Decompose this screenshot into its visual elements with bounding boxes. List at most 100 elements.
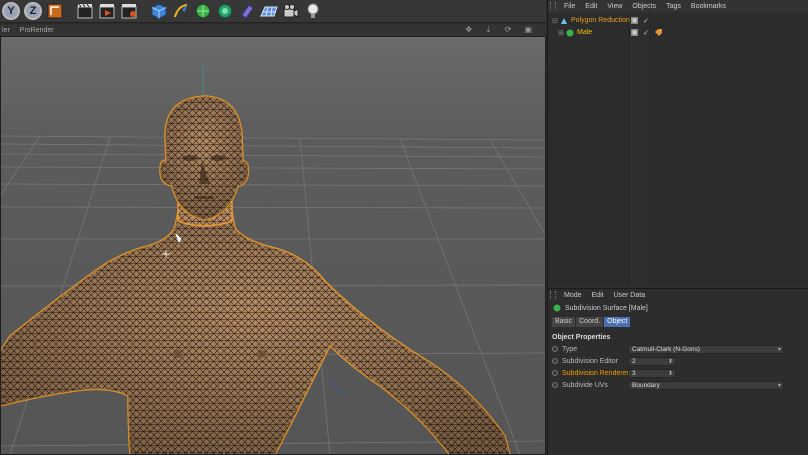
property-label: Subdivision Renderer bbox=[562, 369, 629, 377]
cloner-button[interactable] bbox=[215, 1, 235, 21]
subdivision-editor-stepper[interactable]: 2 ⬍ bbox=[628, 356, 676, 366]
render-view-icon bbox=[77, 3, 93, 19]
viewport-menubar: ler ProRender ✥ ⇣ ⟳ ▣ bbox=[0, 24, 546, 36]
enabled-check-icon[interactable]: ✓ bbox=[643, 29, 649, 37]
visibility-toggle-icon[interactable] bbox=[631, 17, 638, 24]
tab-basic[interactable]: Basic bbox=[552, 317, 576, 327]
menu-file[interactable]: File bbox=[564, 3, 575, 10]
subdivision-surface-object-icon bbox=[553, 304, 561, 312]
render-picture-viewer-button[interactable] bbox=[97, 1, 117, 21]
move-view-icon[interactable]: ✥ bbox=[465, 25, 472, 34]
attribute-manager-menubar: Mode Edit User Data bbox=[548, 289, 808, 301]
type-dropdown[interactable]: Catmull-Clark (N-Gons) ▾ bbox=[628, 344, 784, 354]
tab-object[interactable]: Object bbox=[604, 317, 631, 327]
light-button[interactable] bbox=[303, 1, 323, 21]
zoom-view-icon[interactable]: ⇣ bbox=[485, 25, 492, 34]
cube-button[interactable] bbox=[149, 1, 169, 21]
animate-dot-icon[interactable] bbox=[552, 346, 558, 352]
menu-edit[interactable]: Edit bbox=[585, 3, 597, 10]
menu-tags[interactable]: Tags bbox=[666, 3, 681, 10]
property-subdivision-renderer: Subdivision Renderer 3 ⬍ bbox=[548, 367, 808, 379]
object-name[interactable]: Polygon Reduction bbox=[571, 17, 630, 24]
y-axis-button[interactable]: Y bbox=[1, 1, 21, 21]
main-toolbar: Y Z bbox=[0, 0, 546, 23]
attribute-title: Subdivision Surface [Male] bbox=[548, 301, 808, 315]
subdivision-editor-value: 2 bbox=[632, 357, 636, 365]
object-row-male[interactable]: ⊞ Male ✓ bbox=[548, 27, 808, 38]
deformer-icon bbox=[241, 4, 254, 19]
z-axis-button[interactable]: Z bbox=[23, 1, 43, 21]
menu-objects[interactable]: Objects bbox=[632, 3, 656, 10]
coordinate-system-button[interactable] bbox=[45, 1, 65, 21]
subdivision-renderer-stepper[interactable]: 3 ⬍ bbox=[628, 368, 676, 378]
subdivision-surface-button[interactable] bbox=[193, 1, 213, 21]
dropdown-arrow-icon: ▾ bbox=[777, 382, 781, 389]
property-type: Type Catmull-Clark (N-Gons) ▾ bbox=[548, 343, 808, 355]
attribute-object-name: Subdivision Surface [Male] bbox=[565, 304, 648, 312]
object-manager-menubar: File Edit View Objects Tags Bookmarks bbox=[548, 0, 808, 12]
coordinate-system-icon bbox=[47, 3, 63, 19]
menu-user-data[interactable]: User Data bbox=[614, 292, 646, 299]
pen-spline-button[interactable] bbox=[171, 1, 191, 21]
property-label: Subdivision Editor bbox=[562, 357, 619, 365]
cinema4d-window: Y Z ler ProRender ✥ ⇣ ⟳ ▣ File Edit View… bbox=[0, 0, 808, 455]
enabled-check-icon[interactable]: ✓ bbox=[643, 17, 649, 25]
viewport-scene bbox=[0, 36, 546, 455]
cloner-icon bbox=[218, 4, 232, 18]
render-view-button[interactable] bbox=[75, 1, 95, 21]
toggle-view-icon[interactable]: ▣ bbox=[524, 25, 532, 34]
viewport-menu-item-prorender[interactable]: ProRender bbox=[20, 27, 54, 34]
object-row-polygon-reduction[interactable]: ⊟ Polygon Reduction ✓ bbox=[548, 15, 808, 26]
stepper-arrows-icon[interactable]: ⬍ bbox=[668, 370, 673, 378]
camera-button[interactable] bbox=[281, 1, 301, 21]
property-label: Subdivide UVs bbox=[562, 381, 608, 389]
object-flags-column bbox=[628, 13, 650, 285]
expand-icon[interactable]: ⊟ bbox=[552, 17, 558, 25]
polygon-reduction-icon bbox=[561, 17, 567, 24]
stepper-arrows-icon[interactable]: ⬍ bbox=[668, 358, 673, 366]
z-axis-icon: Z bbox=[24, 2, 42, 20]
menu-view[interactable]: View bbox=[607, 3, 622, 10]
subdivision-surface-icon bbox=[196, 4, 210, 18]
animate-dot-icon[interactable] bbox=[552, 382, 558, 388]
render-settings-button[interactable] bbox=[119, 1, 139, 21]
subdivision-surface-object-icon bbox=[566, 29, 574, 36]
cube-icon bbox=[151, 3, 167, 20]
property-label: Type bbox=[562, 345, 578, 353]
dropdown-arrow-icon: ▾ bbox=[777, 346, 781, 353]
3d-viewport[interactable] bbox=[0, 36, 546, 455]
light-icon bbox=[307, 3, 319, 18]
type-dropdown-value: Catmull-Clark (N-Gons) bbox=[632, 345, 700, 353]
attribute-tabs: Basic Coord. Object bbox=[548, 317, 808, 328]
render-settings-icon bbox=[121, 4, 137, 19]
deformer-button[interactable] bbox=[237, 1, 257, 21]
object-name[interactable]: Male bbox=[577, 29, 592, 36]
panel-grip-icon[interactable] bbox=[550, 2, 556, 10]
render-picture-viewer-icon bbox=[99, 4, 115, 19]
menu-edit[interactable]: Edit bbox=[592, 292, 604, 299]
subdivide-uvs-dropdown[interactable]: Boundary ▾ bbox=[628, 380, 784, 390]
floor-icon bbox=[260, 6, 278, 17]
pen-spline-icon bbox=[174, 4, 188, 18]
camera-icon bbox=[283, 4, 299, 18]
object-manager: ⊟ Polygon Reduction ✓ ⊞ Male ✓ bbox=[548, 13, 808, 285]
subdivision-renderer-value: 3 bbox=[632, 369, 636, 377]
expand-icon[interactable]: ⊞ bbox=[558, 29, 564, 37]
menu-bookmarks[interactable]: Bookmarks bbox=[691, 3, 726, 10]
viewport-menu-item[interactable]: ler bbox=[2, 27, 10, 34]
right-panel: File Edit View Objects Tags Bookmarks ⊟ … bbox=[547, 0, 808, 455]
tab-coord[interactable]: Coord. bbox=[576, 317, 604, 327]
animate-dot-icon[interactable] bbox=[552, 370, 558, 376]
section-header-object-properties: Object Properties bbox=[552, 334, 611, 341]
visibility-toggle-icon[interactable] bbox=[631, 29, 638, 36]
menu-mode[interactable]: Mode bbox=[564, 292, 582, 299]
rotate-view-icon[interactable]: ⟳ bbox=[505, 25, 512, 34]
panel-grip-icon[interactable] bbox=[550, 291, 556, 299]
attribute-manager: Mode Edit User Data Subdivision Surface … bbox=[548, 288, 808, 455]
subdivide-uvs-value: Boundary bbox=[632, 381, 660, 389]
y-axis-icon: Y bbox=[2, 2, 20, 20]
material-tag-icon[interactable] bbox=[654, 28, 663, 37]
floor-button[interactable] bbox=[259, 1, 279, 21]
property-subdivide-uvs: Subdivide UVs Boundary ▾ bbox=[548, 379, 808, 391]
animate-dot-icon[interactable] bbox=[552, 358, 558, 364]
